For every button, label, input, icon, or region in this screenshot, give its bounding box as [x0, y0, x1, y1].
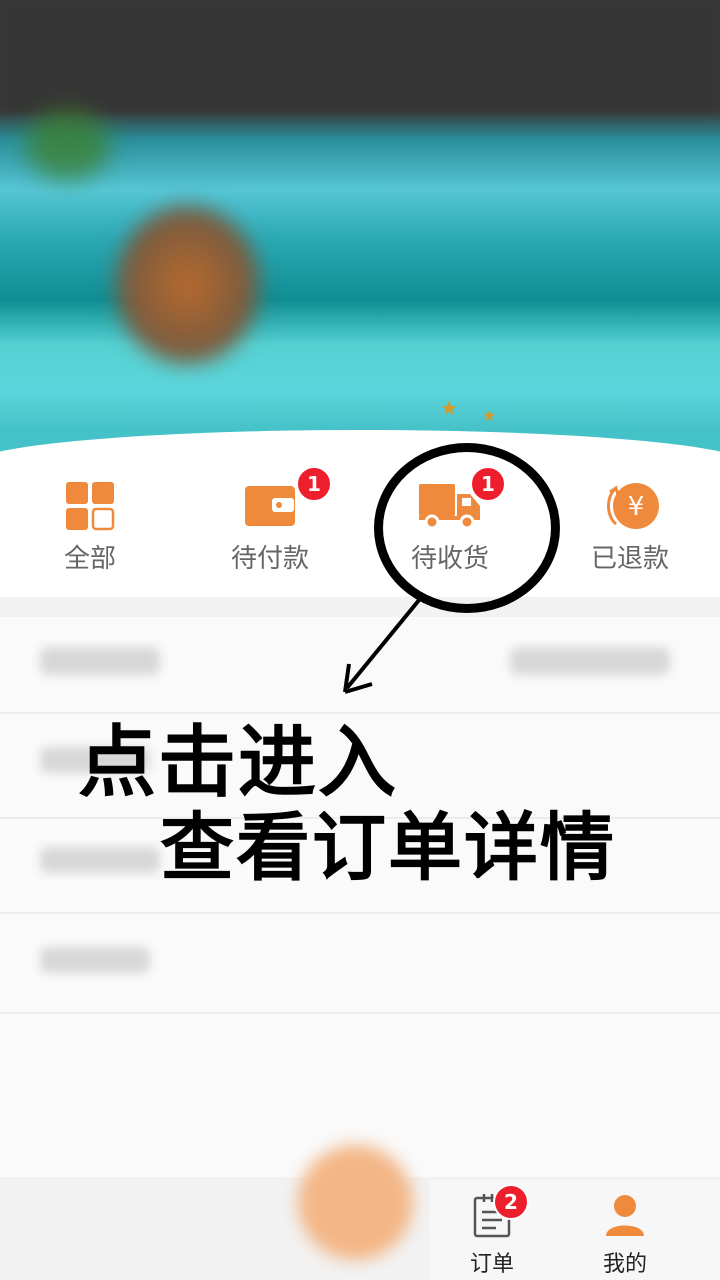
blurred-text — [40, 647, 160, 675]
blurred-decoration — [25, 110, 110, 180]
blurred-text — [510, 647, 670, 675]
highlight-circle — [374, 443, 560, 613]
yen-symbol: ¥ — [628, 492, 645, 522]
profile-icon — [606, 1195, 644, 1236]
tab-pending-payment[interactable]: 1 待付款 — [180, 452, 360, 597]
star-decoration-icon: ★ — [482, 406, 497, 425]
nav-label: 我的 — [602, 1252, 647, 1277]
profile-header-banner: ★ ★ — [0, 0, 720, 455]
tab-refunded[interactable]: ¥ 已退款 — [540, 452, 720, 597]
tab-label: 待付款 — [230, 544, 309, 574]
blurred-top-bar — [0, 0, 720, 110]
tab-label: 已退款 — [590, 544, 669, 574]
refund-yen-icon: ¥ — [607, 483, 659, 529]
blurred-text — [40, 947, 150, 973]
blurred-text — [40, 847, 160, 873]
divider — [0, 1012, 720, 1014]
divider — [0, 912, 720, 914]
wallet-icon — [245, 486, 295, 526]
tab-label: 全部 — [63, 544, 116, 574]
annotation-line-2: 查看订单详情 — [160, 805, 616, 891]
grid-icon — [66, 482, 115, 531]
order-status-bar: 全部 1 待付款 1 待收货 ¥ 已退款 — [0, 452, 720, 597]
nav-orders[interactable]: 2 订单 — [427, 1180, 557, 1280]
nav-profile[interactable]: 我的 — [560, 1180, 690, 1280]
avatar[interactable] — [115, 205, 260, 365]
nav-label: 订单 — [469, 1252, 514, 1277]
bottom-nav: 2 订单 我的 — [0, 1145, 720, 1280]
blurred-center-button — [298, 1145, 413, 1260]
orders-badge: 2 — [493, 1184, 529, 1220]
star-decoration-icon: ★ — [440, 396, 458, 420]
pending-payment-badge: 1 — [296, 466, 332, 502]
tab-all-orders[interactable]: 全部 — [0, 452, 180, 597]
